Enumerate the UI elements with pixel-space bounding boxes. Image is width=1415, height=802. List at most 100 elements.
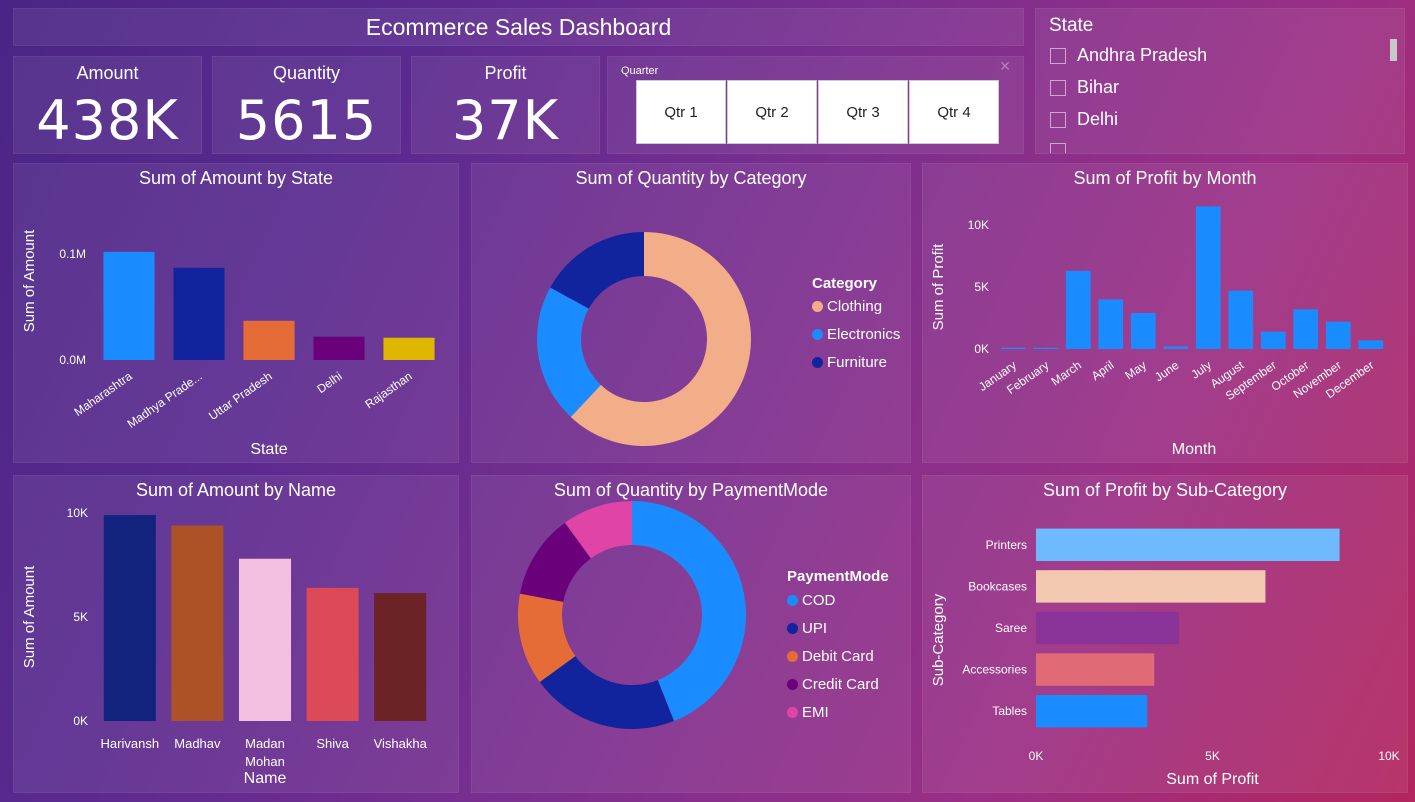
y-axis-title: Sum of Amount (21, 565, 38, 668)
state-option-andhra-pradesh[interactable]: Andhra Pradesh (1050, 45, 1207, 66)
bar[interactable] (1036, 653, 1155, 686)
x-tick-label: June (1152, 358, 1182, 385)
chart-svg: 0K 5K 10K Harivansh Madhav Madan Mohan Shiva Vis… (21, 506, 428, 787)
bar[interactable] (1130, 313, 1156, 349)
x-tick-label: Harivansh (101, 736, 160, 751)
x-tick-label: 5K (1205, 749, 1220, 763)
chart-amount-by-name: Sum of Amount by Name 0K 5K 10K Harivansh Ma… (13, 475, 459, 793)
chart-svg: 0.0M 0.1M MaharashtraMadhya Prade... Uttar … (21, 229, 435, 458)
legend-title: PaymentMode (787, 568, 889, 585)
state-slicer-label: State (1049, 15, 1094, 36)
legend-marker (812, 301, 823, 312)
x-axis-title: Month (1172, 441, 1216, 458)
bar[interactable] (313, 336, 365, 360)
legend-item[interactable]: UPI (787, 620, 827, 637)
x-tick-label: May (1122, 358, 1149, 382)
bar[interactable] (1195, 206, 1221, 349)
y-tick-label: Accessories (962, 663, 1027, 677)
x-tick-label: 0K (1029, 749, 1044, 763)
legend-item[interactable]: Clothing (812, 298, 882, 315)
checkbox[interactable] (1050, 111, 1066, 128)
y-tick-label: Printers (986, 538, 1027, 552)
bar[interactable] (1036, 570, 1266, 603)
bar[interactable] (103, 515, 156, 721)
bar[interactable] (243, 320, 295, 360)
legend-item[interactable]: Furniture (812, 354, 887, 371)
y-tick-label: 10K (67, 506, 88, 520)
state-option-bihar[interactable]: Bihar (1050, 77, 1119, 98)
bar[interactable] (1036, 611, 1179, 645)
bar[interactable] (1260, 331, 1286, 349)
x-axis-title: State (250, 441, 287, 458)
bar[interactable] (306, 587, 359, 721)
kpi-label: Profit (484, 63, 527, 83)
bar[interactable] (173, 267, 225, 360)
bar[interactable] (1228, 290, 1254, 349)
checkbox[interactable] (1050, 47, 1066, 64)
legend-item[interactable]: Electronics (812, 326, 900, 343)
legend-title: Category (812, 275, 878, 292)
kpi-value: 438K (36, 89, 179, 152)
x-tick-label: March (1049, 358, 1084, 389)
y-tick-label: Saree (995, 621, 1027, 635)
legend-item[interactable]: Debit Card (787, 648, 874, 665)
x-tick-label: Vishakha (374, 736, 428, 751)
legend-label: Electronics (827, 326, 901, 343)
bar[interactable] (1358, 340, 1384, 349)
bar[interactable] (1293, 309, 1319, 349)
legend-marker (787, 651, 798, 662)
clear-selection-icon[interactable]: ✕ (999, 59, 1011, 75)
kpi-value: 37K (451, 89, 560, 152)
y-tick-label: 0K (73, 714, 88, 728)
chart-svg: Printers Bookcases Saree Accessories Tables 0… (930, 528, 1400, 788)
bar[interactable] (238, 558, 292, 721)
quarter-option-qtr4[interactable]: Qtr 4 (909, 80, 999, 144)
y-axis-title: Sum of Profit (930, 243, 947, 331)
legend-label: COD (802, 592, 836, 609)
bar[interactable] (1065, 270, 1091, 349)
state-option-label: Delhi (1077, 109, 1119, 129)
bar[interactable] (1163, 346, 1189, 349)
legend-marker (787, 707, 798, 718)
bar[interactable] (1036, 694, 1148, 728)
bar[interactable] (1033, 347, 1059, 349)
legend-label: Credit Card (802, 676, 879, 693)
bar[interactable] (383, 337, 435, 360)
quarter-option-qtr2[interactable]: Qtr 2 (727, 80, 817, 144)
bar[interactable] (1036, 528, 1340, 562)
legend-label: EMI (802, 704, 829, 721)
checkbox[interactable] (1050, 79, 1066, 96)
y-tick-label: 0K (974, 342, 989, 356)
quarter-slicer-label: Quarter (621, 65, 659, 77)
bar[interactable] (103, 251, 155, 360)
kpi-card-quantity: Quantity 5615 (212, 56, 401, 154)
x-tick-label: April (1089, 358, 1117, 383)
y-tick-label: Tables (992, 704, 1027, 718)
bar[interactable] (1000, 347, 1026, 349)
state-slicer: State Andhra Pradesh Bihar Delhi (1035, 8, 1405, 154)
scrollbar[interactable] (1390, 39, 1397, 61)
legend-marker (787, 679, 798, 690)
bar[interactable] (374, 593, 427, 721)
chart-quantity-by-category: Sum of Quantity by Category Category Clo… (471, 163, 911, 463)
y-tick-label: 10K (968, 218, 989, 232)
x-tick-label: Madhav (174, 736, 221, 751)
x-axis-title: Name (244, 770, 287, 787)
legend-item[interactable]: EMI (787, 704, 829, 721)
x-tick-label: 10K (1378, 749, 1399, 763)
state-option-delhi[interactable]: Delhi (1050, 109, 1118, 130)
state-option-label: Andhra Pradesh (1077, 45, 1208, 65)
bar[interactable] (1098, 299, 1124, 349)
chart-svg: 0K5K10KJanuaryFebruaryMarch April May June J… (930, 206, 1384, 458)
legend-item[interactable]: COD (787, 592, 835, 609)
legend-item[interactable]: Credit Card (787, 676, 879, 693)
y-tick-label: 0.0M (59, 353, 86, 367)
bar[interactable] (1325, 321, 1351, 349)
bar[interactable] (171, 525, 224, 721)
x-tick-label: Madan Mohan (245, 736, 285, 769)
quarter-option-qtr3[interactable]: Qtr 3 (818, 80, 908, 144)
kpi-label: Quantity (272, 63, 341, 83)
chart-svg (518, 501, 747, 729)
quarter-option-qtr1[interactable]: Qtr 1 (636, 80, 726, 144)
header-panel: Ecommerce Sales Dashboard (13, 8, 1024, 46)
